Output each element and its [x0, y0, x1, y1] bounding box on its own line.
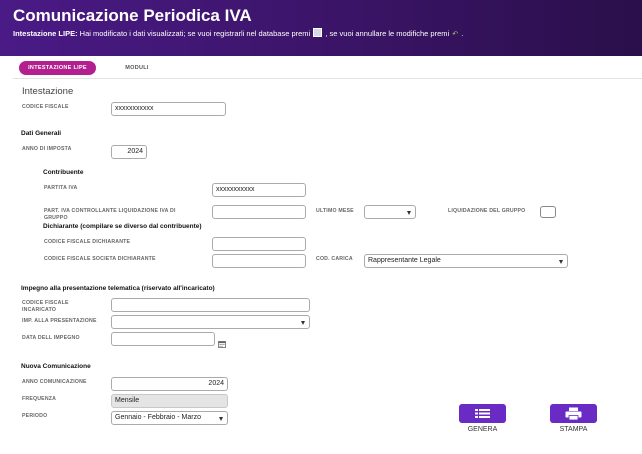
- nuova-comunicazione-heading: Nuova Comunicazione: [21, 363, 91, 370]
- codice-fiscale-label: CODICE FISCALE: [22, 104, 69, 110]
- cf-societa-input[interactable]: [212, 254, 306, 268]
- data-impegno-label: DATA DELL IMPEGNO: [22, 335, 80, 341]
- dati-generali-heading: Dati Generali: [21, 130, 62, 137]
- contribuente-heading: Contribuente: [43, 169, 84, 176]
- calendar-icon[interactable]: [218, 335, 226, 348]
- cf-incaricato-label: CODICE FISCALE INCARICATO: [22, 300, 69, 313]
- imp-presentazione-select[interactable]: [111, 315, 310, 329]
- printer-icon: [565, 407, 582, 421]
- partita-iva-input[interactable]: xxxxxxxxxxx: [212, 183, 306, 197]
- cf-dichiarante-label: CODICE FISCALE DICHIARANTE: [44, 239, 131, 245]
- ultimo-mese-label: ULTIMO MESE: [316, 208, 354, 214]
- anno-comunicazione-input[interactable]: 2024: [111, 377, 228, 391]
- periodo-label: PERIODO: [22, 413, 48, 419]
- stampa-button[interactable]: [550, 404, 597, 423]
- list-icon: [475, 409, 490, 418]
- save-icon[interactable]: [313, 28, 323, 37]
- page-title: Comunicazione Periodica IVA: [13, 6, 252, 25]
- ultimo-mese-select[interactable]: [364, 205, 416, 219]
- frequenza-label: FREQUENZA: [22, 396, 57, 402]
- label-line: PART. IVA CONTROLLANTE LIQUIDAZIONE IVA …: [44, 208, 176, 214]
- anno-imposta-input[interactable]: 2024: [111, 145, 147, 159]
- intestazione-heading: Intestazione: [22, 86, 74, 97]
- label-line: CODICE FISCALE: [22, 300, 69, 306]
- notice-label: Intestazione LIPE:: [13, 29, 78, 38]
- notice-text: Hai modificato i dati visualizzati; se v…: [77, 29, 313, 38]
- cod-carica-select[interactable]: Rappresentante Legale: [364, 254, 568, 268]
- label-line: GRUPPO: [44, 214, 68, 221]
- partita-iva-label: PARTITA IVA: [44, 185, 78, 191]
- tab-moduli[interactable]: MODULI: [112, 61, 162, 75]
- part-iva-controllante-label: PART. IVA CONTROLLANTE LIQUIDAZIONE IVA …: [44, 208, 176, 221]
- part-iva-controllante-input[interactable]: [212, 205, 306, 219]
- liquidazione-gruppo-checkbox[interactable]: [540, 206, 556, 218]
- notice-text: , se vuoi annullare le modifiche premi: [323, 29, 452, 38]
- tab-divider: [13, 78, 642, 79]
- stampa-label: STAMPA: [559, 426, 588, 433]
- data-impegno-input[interactable]: [111, 332, 215, 346]
- cf-incaricato-input[interactable]: [111, 298, 310, 312]
- liquidazione-gruppo-label: LIQUIDAZIONE DEL GRUPPO: [448, 208, 526, 214]
- frequenza-input: Mensile: [111, 394, 228, 408]
- cod-carica-label: COD. CARICA: [316, 256, 353, 262]
- anno-comunicazione-label: ANNO COMUNICAZIONE: [22, 379, 87, 385]
- periodo-select[interactable]: Gennaio - Febbraio - Marzo: [111, 411, 228, 425]
- cf-dichiarante-input[interactable]: [212, 237, 306, 251]
- dichiarante-heading: Dichiarante (compilare se diverso dal co…: [43, 223, 202, 230]
- impegno-heading: Impegno alla presentazione telematica (r…: [21, 285, 215, 292]
- genera-button[interactable]: [459, 404, 506, 423]
- codice-fiscale-input[interactable]: xxxxxxxxxxx: [111, 102, 226, 116]
- label-line: INCARICATO: [22, 306, 57, 313]
- tab-intestazione-lipe[interactable]: INTESTAZIONE LIPE: [19, 61, 96, 75]
- notice-text: .: [459, 29, 464, 38]
- cf-societa-label: CODICE FISCALE SOCIETA DICHIARANTE: [44, 256, 156, 262]
- unsaved-notice: Intestazione LIPE: Hai modificato i dati…: [13, 28, 463, 38]
- genera-label: GENERA: [467, 426, 498, 433]
- anno-imposta-label: ANNO DI IMPOSTA: [22, 146, 72, 152]
- undo-icon[interactable]: ↶: [452, 30, 458, 38]
- imp-presentazione-label: IMP. ALLA PRESENTAZIONE: [22, 318, 97, 324]
